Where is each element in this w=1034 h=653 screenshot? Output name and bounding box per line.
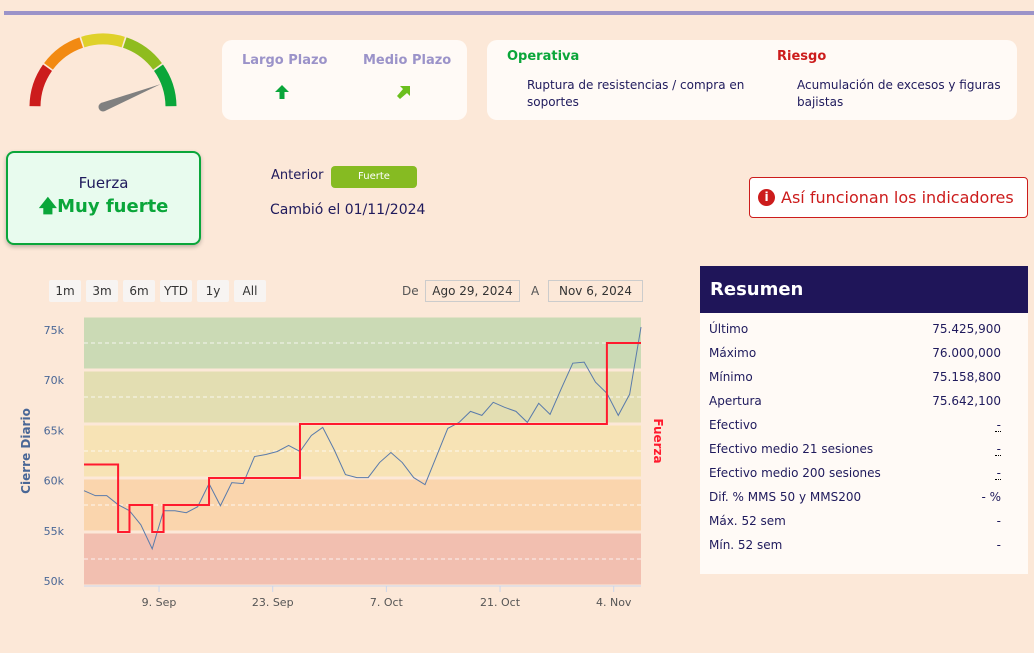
chart-band <box>84 317 641 369</box>
gauge-segment <box>153 64 177 107</box>
resumen-row-value: 76.000,000 <box>932 346 1001 360</box>
gauge-segment <box>44 37 84 70</box>
resumen-row-label: Mínimo <box>709 370 753 384</box>
medio-plazo-label: Medio Plazo <box>363 53 452 68</box>
resumen-row-value: - <box>996 442 1001 456</box>
tooltip-underline <box>995 455 1001 456</box>
x-tick-label: 4. Nov <box>596 596 632 609</box>
chart-band <box>84 425 641 477</box>
anterior-badge: Fuerte <box>331 166 417 188</box>
range-1m-button[interactable]: 1m <box>49 280 81 302</box>
arrow-up-icon: 🡅 <box>38 196 58 217</box>
operativa-text: Ruptura de resistencias / compra en sopo… <box>527 78 745 109</box>
gauge-hub <box>98 102 108 112</box>
resumen-row: Efectivo medio 21 sesiones - <box>700 437 1028 461</box>
gauge-segment <box>122 37 162 70</box>
top-divider <box>4 11 1034 15</box>
resumen-row-label: Dif. % MMS 50 y MMS200 <box>709 490 862 504</box>
tooltip-underline <box>995 431 1001 432</box>
resumen-row-label: Último <box>709 322 749 336</box>
gauge-segment <box>81 33 125 48</box>
resumen-row-value: - <box>996 466 1001 480</box>
info-button-label: Así funcionan los indicadores <box>781 188 1014 207</box>
resumen-row: Dif. % MMS 50 y MMS200 - % <box>700 485 1028 509</box>
resumen-row-label: Máximo <box>709 346 757 360</box>
riesgo-text: Acumulación de excesos y figuras bajista… <box>797 78 1001 109</box>
to-label: A <box>531 284 540 298</box>
to-date-input[interactable]: Nov 6, 2024 <box>548 280 643 302</box>
range-3m-button[interactable]: 3m <box>86 280 118 302</box>
fuerza-title: Fuerza <box>78 174 129 192</box>
resumen-row: Máximo 76.000,000 <box>700 341 1028 365</box>
range-ytd-button[interactable]: YTD <box>160 280 192 302</box>
resumen-panel: Resumen Último 75.425,900 Máximo 76.000,000… <box>700 266 1028 574</box>
largo-plazo-label: Largo Plazo <box>242 53 328 68</box>
chart-band <box>84 533 641 585</box>
x-tick-label: 21. Oct <box>480 596 521 609</box>
fuerza-card: Fuerza 🡅Muy fuerte <box>6 151 201 245</box>
resumen-row: Mínimo 75.158,800 <box>700 365 1028 389</box>
arrow-up-icon <box>275 85 289 99</box>
resumen-row-value: 75.425,900 <box>932 322 1001 336</box>
y-tick-label: 55k <box>44 525 65 538</box>
resumen-row-label: Efectivo medio 200 sesiones <box>709 466 881 480</box>
resumen-row-label: Apertura <box>709 394 762 408</box>
resumen-row-value: - % <box>981 490 1001 504</box>
cambio-date: Cambió el 01/11/2024 <box>270 202 426 218</box>
operativa-title: Operativa <box>507 49 580 64</box>
resumen-row: Efectivo - <box>700 413 1028 437</box>
resumen-row: Apertura 75.642,100 <box>700 389 1028 413</box>
plazo-card: Largo Plazo Medio Plazo <box>222 40 467 120</box>
operativa-riesgo-card: Operativa Ruptura de resistencias / comp… <box>487 40 1017 120</box>
resumen-row-label: Mín. 52 sem <box>709 538 783 552</box>
resumen-row-value: 75.158,800 <box>932 370 1001 384</box>
y-axis-title: Cierre Diario <box>19 408 33 494</box>
arrow-up-right-icon <box>397 86 410 99</box>
riesgo-title: Riesgo <box>777 49 827 64</box>
y2-axis-title: Fuerza <box>651 418 665 463</box>
y-tick-label: 60k <box>44 475 65 488</box>
x-tick-label: 9. Sep <box>142 596 177 609</box>
fuerza-value: Muy fuerte <box>57 196 169 217</box>
from-date-input[interactable]: Ago 29, 2024 <box>425 280 520 302</box>
anterior-label: Anterior <box>271 168 324 183</box>
x-tick-label: 23. Sep <box>252 596 294 609</box>
resumen-row-value: 75.642,100 <box>932 394 1001 408</box>
resumen-row-value: - <box>996 514 1001 528</box>
resumen-row: Último 75.425,900 <box>700 317 1028 341</box>
y-tick-label: 70k <box>44 374 65 387</box>
resumen-row-label: Máx. 52 sem <box>709 514 786 528</box>
y-tick-label: 75k <box>44 324 65 337</box>
y-tick-label: 65k <box>44 424 65 437</box>
gauge-needle <box>101 84 161 112</box>
price-chart: 50k 55k 60k 65k 70k 75k 9. Sep 23. Sep 7. Oct 21.… <box>19 317 665 609</box>
range-1y-button[interactable]: 1y <box>197 280 229 302</box>
resumen-row-value: - <box>996 418 1001 432</box>
resumen-row-label: Efectivo <box>709 418 758 432</box>
gauge-segment <box>29 64 53 107</box>
y-tick-label: 50k <box>44 575 65 588</box>
range-6m-button[interactable]: 6m <box>123 280 155 302</box>
resumen-row: Mín. 52 sem - <box>700 533 1028 557</box>
resumen-title: Resumen <box>700 266 1028 313</box>
from-label: De <box>402 284 419 298</box>
resumen-row: Máx. 52 sem - <box>700 509 1028 533</box>
gauge <box>29 33 177 112</box>
resumen-row-value: - <box>996 538 1001 552</box>
resumen-row-label: Efectivo medio 21 sesiones <box>709 442 874 456</box>
info-icon: i <box>758 189 775 206</box>
resumen-row: Efectivo medio 200 sesiones - <box>700 461 1028 485</box>
range-all-button[interactable]: All <box>234 280 266 302</box>
indicators-info-button[interactable]: i Así funcionan los indicadores <box>749 177 1028 218</box>
x-tick-label: 7. Oct <box>370 596 404 609</box>
tooltip-underline <box>995 479 1001 480</box>
